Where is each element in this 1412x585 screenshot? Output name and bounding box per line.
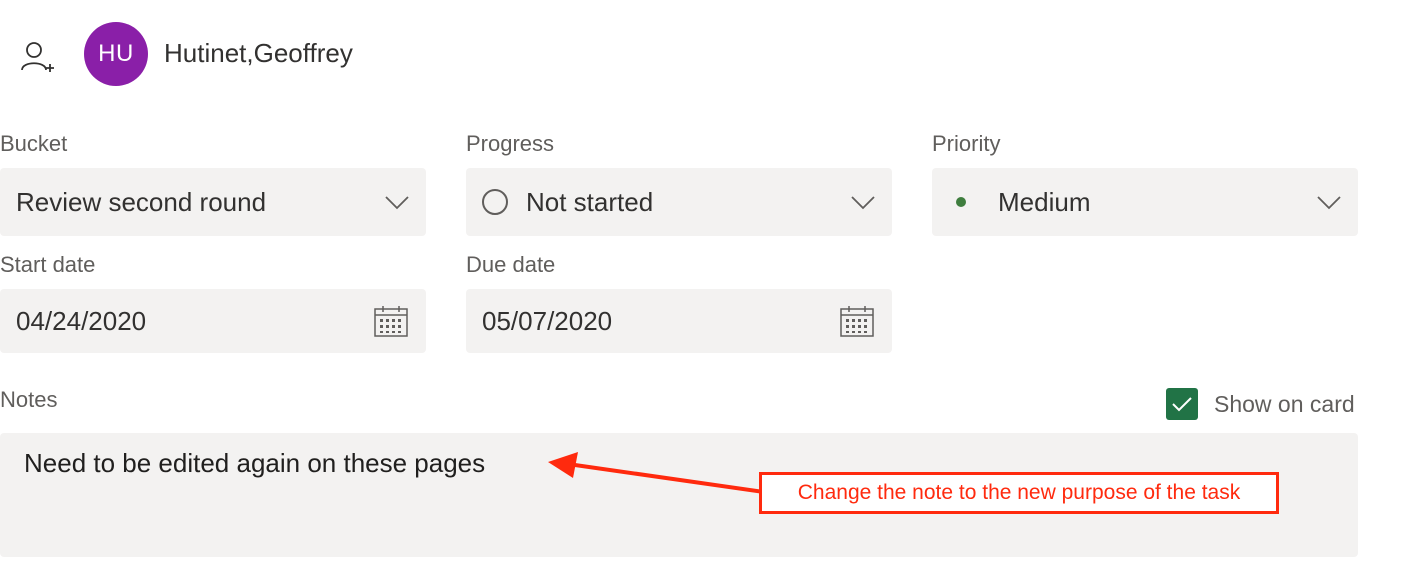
bucket-value: Review second round bbox=[16, 186, 267, 217]
chevron-down-icon bbox=[385, 196, 409, 210]
show-on-card-label[interactable]: Show on card bbox=[1214, 391, 1355, 418]
bucket-label: Bucket bbox=[0, 131, 68, 156]
progress-value: Not started bbox=[526, 186, 654, 217]
priority-label: Priority bbox=[932, 131, 1001, 156]
priority-dropdown[interactable]: Medium bbox=[932, 168, 1358, 236]
priority-value: Medium bbox=[998, 186, 1091, 217]
progress-label: Progress bbox=[466, 131, 555, 156]
show-on-card-checkbox[interactable] bbox=[1166, 388, 1198, 420]
chevron-down-icon bbox=[851, 196, 875, 210]
start-date-field[interactable]: 04/24/2020 bbox=[0, 289, 426, 353]
progress-dropdown[interactable]: Not started bbox=[466, 168, 892, 236]
start-date-label: Start date bbox=[0, 252, 96, 277]
bucket-dropdown[interactable]: Review second round bbox=[0, 168, 426, 236]
start-date-value: 04/24/2020 bbox=[16, 305, 147, 336]
avatar[interactable]: HU bbox=[84, 22, 148, 86]
priority-dot-icon bbox=[956, 197, 966, 207]
checkmark-icon bbox=[1172, 397, 1192, 412]
due-date-field[interactable]: 05/07/2020 bbox=[466, 289, 892, 353]
calendar-icon[interactable] bbox=[840, 305, 874, 337]
not-started-circle-icon bbox=[482, 189, 508, 215]
notes-label: Notes bbox=[0, 387, 58, 412]
add-assignee-icon[interactable] bbox=[20, 40, 56, 76]
due-date-label: Due date bbox=[466, 252, 556, 277]
notes-value[interactable]: Need to be edited again on these pages bbox=[24, 448, 485, 479]
assignee-name: Hutinet,Geoffrey bbox=[164, 38, 353, 68]
chevron-down-icon bbox=[1317, 196, 1341, 210]
due-date-value: 05/07/2020 bbox=[482, 305, 613, 336]
annotation-callout: Change the note to the new purpose of th… bbox=[759, 472, 1279, 514]
annotation-arrow bbox=[548, 452, 765, 494]
annotation-text: Change the note to the new purpose of th… bbox=[797, 481, 1241, 504]
calendar-icon[interactable] bbox=[374, 305, 408, 337]
